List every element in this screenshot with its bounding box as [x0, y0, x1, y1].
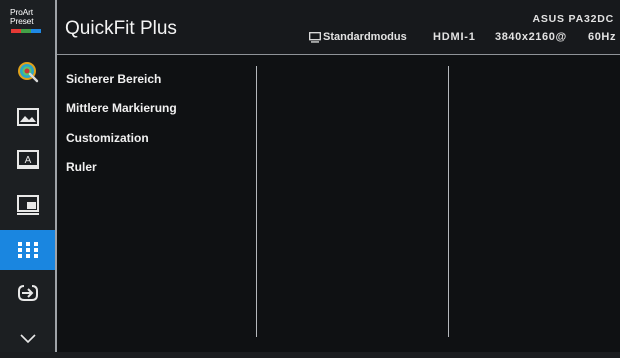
pip-text-icon: A [16, 150, 39, 169]
sidebar-item-image[interactable] [0, 97, 55, 137]
logo-text: ProArt Preset [10, 8, 46, 26]
column-divider-2 [448, 66, 449, 337]
input-select-icon [17, 285, 38, 301]
monitor-icon [309, 32, 321, 43]
sidebar-item-input[interactable] [0, 273, 55, 313]
proart-preset-logo[interactable]: ProArt Preset [0, 0, 55, 44]
quickfit-grid-icon [17, 242, 38, 258]
resolution: 3840x2160@ [495, 31, 567, 43]
page-title: QuickFit Plus [65, 18, 177, 39]
svg-text:A: A [24, 155, 31, 166]
menu-item-safe-area[interactable]: Sicherer Bereich [66, 72, 161, 86]
menu-item-customization[interactable]: Customization [66, 131, 149, 145]
sidebar-item-pip[interactable] [0, 185, 55, 225]
sidebar: ProArt Preset A [0, 0, 55, 352]
logo-bar-red [11, 29, 21, 33]
monitor-model: ASUS PA32DC [532, 13, 614, 25]
color-palette-icon [17, 62, 38, 83]
sidebar-item-quickfit[interactable] [0, 230, 55, 270]
refresh-rate: 60Hz [588, 31, 617, 43]
logo-bar-blue [31, 29, 41, 33]
pip-pbp-icon [16, 195, 39, 215]
menu-item-ruler[interactable]: Ruler [66, 160, 97, 174]
logo-color-bar [11, 29, 41, 33]
logo-line-2: Preset [10, 16, 34, 26]
menu-item-center-marker[interactable]: Mittlere Markierung [66, 101, 177, 115]
osd-menu: ProArt Preset A QuickFit Plus ASUS PA32D… [0, 0, 620, 352]
logo-bar-green [21, 29, 31, 33]
chevron-down-icon [19, 334, 36, 344]
sidebar-item-pip-text[interactable]: A [0, 140, 55, 180]
image-icon [16, 108, 39, 126]
header: QuickFit Plus ASUS PA32DC Standardmodus … [57, 0, 620, 54]
column-divider-1 [256, 66, 257, 337]
sidebar-item-more[interactable] [0, 318, 55, 358]
menu-content: Sicherer Bereich Mittlere Markierung Cus… [57, 55, 620, 352]
preset-mode: Standardmodus [323, 31, 407, 43]
input-source: HDMI-1 [433, 31, 476, 43]
sidebar-item-color[interactable] [0, 52, 55, 92]
